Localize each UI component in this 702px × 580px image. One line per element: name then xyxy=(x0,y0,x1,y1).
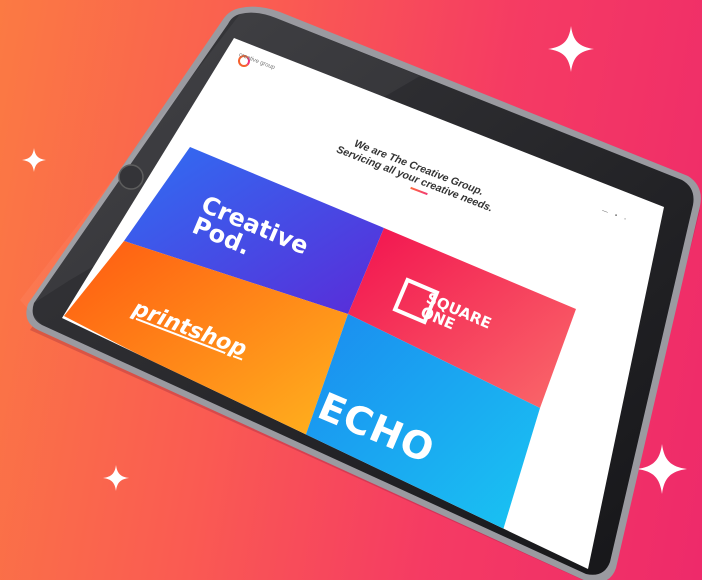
tablet-mockup: creative group — • ◦ We are The Creative… xyxy=(0,0,702,580)
